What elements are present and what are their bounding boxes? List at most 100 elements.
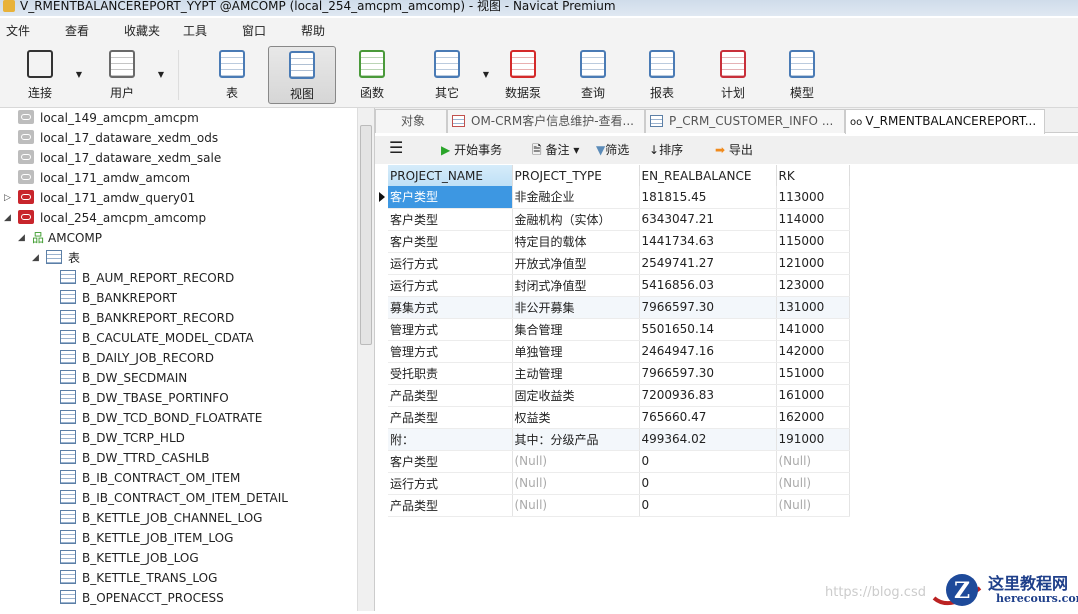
table-cell[interactable]: 162000 bbox=[776, 406, 850, 429]
scrollbar-thumb[interactable] bbox=[360, 125, 372, 345]
toolbar-function-button[interactable]: 函数 bbox=[338, 46, 406, 104]
toolbar-schedule-button[interactable]: 计划 bbox=[699, 46, 767, 104]
table-cell[interactable]: 封闭式净值型 bbox=[512, 274, 640, 297]
table-cell[interactable]: 2464947.16 bbox=[639, 340, 777, 363]
tree-table-item[interactable]: B_BANKREPORT bbox=[60, 288, 177, 308]
table-row[interactable]: 募集方式 非公开募集 7966597.30 131000 bbox=[388, 296, 850, 319]
table-cell[interactable]: 单独管理 bbox=[512, 340, 640, 363]
table-cell[interactable]: 499364.02 bbox=[639, 428, 777, 451]
table-cell[interactable]: 191000 bbox=[776, 428, 850, 451]
table-cell[interactable]: 115000 bbox=[776, 230, 850, 253]
table-cell[interactable]: 管理方式 bbox=[388, 340, 513, 363]
dropdown-arrow-icon[interactable]: ▼ bbox=[76, 70, 82, 79]
toolbar-other-button[interactable]: 其它 ▼ bbox=[413, 46, 489, 104]
toolbar-model-button[interactable]: 模型 bbox=[768, 46, 836, 104]
table-cell[interactable]: 权益类 bbox=[512, 406, 640, 429]
tree-table-item[interactable]: B_AUM_REPORT_RECORD bbox=[60, 268, 234, 288]
toolbar-query-button[interactable]: 查询 bbox=[559, 46, 627, 104]
table-cell[interactable]: 0 bbox=[639, 472, 777, 495]
column-header[interactable]: EN_REALBALANCE bbox=[639, 165, 777, 186]
menu-help[interactable]: 帮助 bbox=[295, 18, 354, 42]
table-cell[interactable]: 主动管理 bbox=[512, 362, 640, 385]
tree-table-item[interactable]: B_DW_TCD_BOND_FLOATRATE bbox=[60, 408, 262, 428]
table-cell[interactable]: 开放式净值型 bbox=[512, 252, 640, 275]
table-cell[interactable]: 固定收益类 bbox=[512, 384, 640, 407]
table-cell[interactable]: 产品类型 bbox=[388, 384, 513, 407]
table-cell[interactable]: 受托职责 bbox=[388, 362, 513, 385]
table-cell[interactable]: 集合管理 bbox=[512, 318, 640, 341]
begin-transaction-button[interactable]: ▶ 开始事务 bbox=[441, 141, 502, 158]
table-cell[interactable]: 1441734.63 bbox=[639, 230, 777, 253]
table-cell[interactable]: 运行方式 bbox=[388, 472, 513, 495]
menu-window[interactable]: 窗口 bbox=[236, 18, 295, 42]
table-cell[interactable]: 5416856.03 bbox=[639, 274, 777, 297]
tree-schema[interactable]: ◢ 品 AMCOMP bbox=[18, 228, 102, 248]
table-cell[interactable]: 运行方式 bbox=[388, 274, 513, 297]
collapse-arrow-icon[interactable]: ◢ bbox=[4, 208, 11, 228]
table-cell[interactable]: 142000 bbox=[776, 340, 850, 363]
tree-table-item[interactable]: B_IB_CONTRACT_OM_ITEM_DETAIL bbox=[60, 488, 288, 508]
table-cell[interactable]: 客户类型 bbox=[388, 450, 513, 473]
sort-button[interactable]: ↓排序 bbox=[649, 141, 683, 158]
collapse-arrow-icon[interactable]: ◢ bbox=[18, 228, 25, 248]
tree-table-item[interactable]: B_DW_TCRP_HLD bbox=[60, 428, 185, 448]
table-cell[interactable]: 765660.47 bbox=[639, 406, 777, 429]
table-cell[interactable]: 2549741.27 bbox=[639, 252, 777, 275]
tree-scrollbar[interactable] bbox=[357, 108, 374, 611]
column-header[interactable]: PROJECT_NAME bbox=[388, 165, 513, 186]
table-cell[interactable]: (Null) bbox=[512, 472, 640, 495]
table-cell[interactable]: (Null) bbox=[776, 494, 850, 517]
table-cell[interactable]: 7200936.83 bbox=[639, 384, 777, 407]
table-row[interactable]: 运行方式 封闭式净值型 5416856.03 123000 bbox=[388, 274, 850, 297]
tree-table-item[interactable]: B_DW_TBASE_PORTINFO bbox=[60, 388, 229, 408]
tab-p-crm-customer-info[interactable]: P_CRM_CUSTOMER_INFO ... bbox=[645, 109, 845, 133]
table-cell[interactable]: 141000 bbox=[776, 318, 850, 341]
table-cell[interactable]: 123000 bbox=[776, 274, 850, 297]
table-cell[interactable]: 5501650.14 bbox=[639, 318, 777, 341]
export-button[interactable]: ➡ 导出 bbox=[715, 141, 753, 158]
table-cell[interactable]: 特定目的载体 bbox=[512, 230, 640, 253]
table-cell[interactable]: 产品类型 bbox=[388, 406, 513, 429]
table-row[interactable]: 附： 其中：分级产品 499364.02 191000 bbox=[388, 428, 850, 451]
tree-table-item[interactable]: B_KETTLE_TRANS_LOG bbox=[60, 568, 217, 588]
column-header[interactable]: PROJECT_TYPE bbox=[512, 165, 640, 186]
table-cell[interactable]: 0 bbox=[639, 494, 777, 517]
collapse-arrow-icon[interactable]: ◢ bbox=[32, 248, 39, 268]
tree-table-item[interactable]: B_CACULATE_MODEL_CDATA bbox=[60, 328, 254, 348]
table-row[interactable]: 管理方式 集合管理 5501650.14 141000 bbox=[388, 318, 850, 341]
toolbar-user-button[interactable]: 用户 ▼ bbox=[88, 46, 164, 104]
table-cell[interactable]: 114000 bbox=[776, 208, 850, 231]
table-row[interactable]: 产品类型 (Null) 0 (Null) bbox=[388, 494, 850, 517]
table-cell[interactable]: 运行方式 bbox=[388, 252, 513, 275]
menu-tools[interactable]: 工具 bbox=[177, 18, 236, 42]
table-row[interactable]: 受托职责 主动管理 7966597.30 151000 bbox=[388, 362, 850, 385]
table-cell[interactable]: 客户类型 bbox=[388, 208, 513, 231]
tree-table-item[interactable]: B_DW_SECDMAIN bbox=[60, 368, 187, 388]
table-cell[interactable]: 附： bbox=[388, 428, 513, 451]
table-cell[interactable]: 客户类型 bbox=[388, 186, 513, 209]
table-cell[interactable]: 181815.45 bbox=[639, 186, 777, 209]
table-cell[interactable]: (Null) bbox=[776, 450, 850, 473]
table-cell[interactable]: 151000 bbox=[776, 362, 850, 385]
tree-table-item[interactable]: B_OPENACCT_PROCESS bbox=[60, 588, 224, 608]
tree-tables-folder[interactable]: ◢ 表 bbox=[32, 248, 80, 268]
tree-connection[interactable]: ◢ local_254_amcpm_amcomp bbox=[4, 208, 206, 228]
table-cell[interactable]: 7966597.30 bbox=[639, 296, 777, 319]
tree-table-item[interactable]: B_BANKREPORT_RECORD bbox=[60, 308, 234, 328]
menu-icon[interactable]: ☰ bbox=[389, 138, 403, 157]
tree-table-item[interactable]: B_DAILY_JOB_RECORD bbox=[60, 348, 214, 368]
table-cell[interactable]: 7966597.30 bbox=[639, 362, 777, 385]
table-cell[interactable]: 产品类型 bbox=[388, 494, 513, 517]
table-row[interactable]: 客户类型 (Null) 0 (Null) bbox=[388, 450, 850, 473]
table-row[interactable]: 客户类型 特定目的载体 1441734.63 115000 bbox=[388, 230, 850, 253]
table-cell[interactable]: 121000 bbox=[776, 252, 850, 275]
toolbar-view-button[interactable]: 视图 bbox=[268, 46, 336, 104]
menu-favorites[interactable]: 收藏夹 bbox=[118, 18, 177, 42]
table-row[interactable]: 运行方式 开放式净值型 2549741.27 121000 bbox=[388, 252, 850, 275]
menu-file[interactable]: 文件 bbox=[0, 18, 59, 42]
tree-table-item[interactable]: B_KETTLE_JOB_LOG bbox=[60, 548, 199, 568]
tree-table-item[interactable]: B_DW_TTRD_CASHLB bbox=[60, 448, 210, 468]
table-cell[interactable]: 113000 bbox=[776, 186, 850, 209]
column-header[interactable]: RK bbox=[776, 165, 850, 186]
table-cell[interactable]: 金融机构（实体） bbox=[512, 208, 640, 231]
